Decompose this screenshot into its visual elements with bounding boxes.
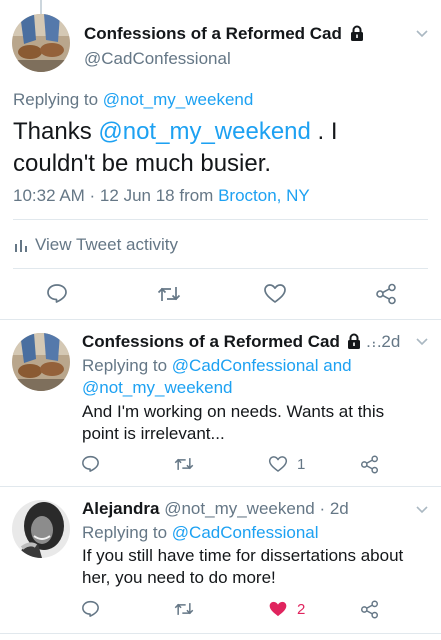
- retweet-icon[interactable]: [174, 456, 194, 472]
- chevron-down-icon[interactable]: [416, 338, 428, 346]
- lock-icon: [347, 333, 360, 350]
- reply-header: Alejandra @not_my_weekend · 2d: [82, 499, 349, 519]
- timestamp: 10:32 AM · 12 Jun 18: [13, 186, 175, 205]
- avatar[interactable]: [12, 333, 70, 391]
- reply-header: Confessions of a Reformed Cad …: [82, 332, 383, 351]
- reply-time: · 2d: [371, 332, 401, 351]
- avatar[interactable]: [12, 500, 70, 558]
- chevron-down-icon[interactable]: [416, 30, 428, 38]
- divider: [13, 219, 428, 220]
- reply-time: · 2d: [319, 499, 349, 518]
- bar-chart-icon: [15, 240, 27, 252]
- mention-link[interactable]: @not_my_weekend: [103, 90, 254, 109]
- mention-link[interactable]: @not_my_weekend: [98, 118, 310, 145]
- like-count: 2: [297, 600, 306, 618]
- like-icon: [268, 456, 288, 472]
- replying-to: Replying to @CadConfessional and @not_my…: [82, 356, 352, 399]
- reply-icon[interactable]: [81, 455, 100, 472]
- divider: [0, 486, 441, 487]
- share-icon[interactable]: [360, 600, 379, 619]
- reply-text: If you still have time for dissertations…: [82, 546, 404, 587]
- like-count: 1: [297, 455, 306, 473]
- display-name: Confessions of a Reformed Cad: [84, 24, 342, 43]
- heart-filled-icon: [269, 601, 287, 617]
- author-name[interactable]: Confessions of a Reformed Cad: [84, 24, 364, 44]
- author-handle[interactable]: @CadConfessional: [84, 49, 231, 69]
- like-icon[interactable]: [263, 283, 287, 304]
- display-name[interactable]: Alejandra: [82, 499, 159, 518]
- reply-icon[interactable]: [46, 283, 68, 303]
- divider: [0, 319, 441, 320]
- replying-to: Replying to @CadConfessional: [82, 523, 319, 542]
- avatar[interactable]: [12, 14, 70, 72]
- mention-link[interactable]: @not_my_weekend: [82, 377, 352, 399]
- display-name[interactable]: Confessions of a Reformed Cad: [82, 332, 340, 351]
- location-link[interactable]: Brocton, NY: [218, 186, 310, 205]
- replying-to: Replying to @not_my_weekend: [13, 90, 254, 109]
- tweet-text: Thanks @not_my_weekend . I couldn't be m…: [13, 118, 338, 177]
- lock-icon: [350, 25, 363, 42]
- view-activity-button[interactable]: View Tweet activity: [15, 235, 178, 255]
- chevron-down-icon[interactable]: [416, 506, 428, 514]
- reply-icon[interactable]: [81, 600, 100, 617]
- like-button[interactable]: 1: [268, 455, 305, 473]
- like-button[interactable]: 2: [268, 600, 305, 618]
- mention-link[interactable]: @CadConfessional and: [172, 356, 352, 375]
- divider: [0, 633, 441, 634]
- share-icon[interactable]: [360, 455, 379, 474]
- retweet-icon[interactable]: [157, 285, 181, 303]
- author-handle[interactable]: @not_my_weekend: [164, 499, 315, 518]
- mention-link[interactable]: @CadConfessional: [172, 523, 319, 542]
- reply-text: And I'm working on needs. Wants at this …: [82, 402, 385, 443]
- share-icon[interactable]: [375, 283, 397, 305]
- tweet-meta: 10:32 AM · 12 Jun 18 from Brocton, NY: [13, 186, 310, 205]
- divider: [13, 268, 428, 269]
- retweet-icon[interactable]: [174, 601, 194, 617]
